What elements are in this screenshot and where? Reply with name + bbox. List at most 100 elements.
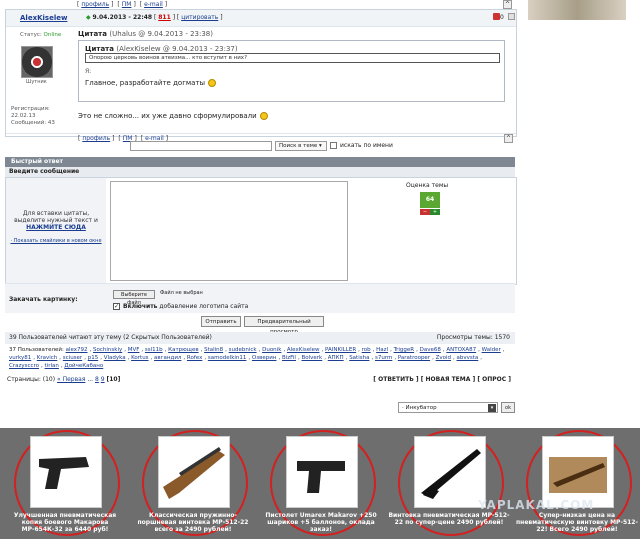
user-link[interactable]: Kortus	[131, 355, 148, 361]
user-link[interactable]: alex792	[66, 347, 88, 353]
profile-link[interactable]: профиль	[81, 1, 109, 8]
upload-picture-label: Закачать картинку:	[9, 296, 78, 303]
outer-quote-title: Цитата (Uhalus @ 9.04.2013 - 23:38)	[78, 30, 213, 38]
quote-box: Цитата (AlexKiselew @ 9.04.2013 - 23:37)…	[78, 40, 505, 102]
user-link[interactable]: AlexKiselew	[287, 347, 320, 353]
email-link[interactable]: e-mail	[144, 1, 163, 8]
user-link[interactable]: Satisha	[349, 355, 369, 361]
user-link[interactable]: tirlan	[45, 363, 59, 369]
post-header: AlexKiselew ◆ 9.04.2013 - 22:48 [ 811 ] …	[6, 10, 516, 27]
user-link[interactable]: АПКП	[328, 355, 344, 361]
avatar[interactable]	[21, 46, 53, 78]
user-link[interactable]: abvvsta	[457, 355, 479, 361]
insert-quote-link[interactable]: НАЖМИТЕ СЮДА	[26, 224, 86, 231]
post-author-link[interactable]: AlexKiselew	[20, 14, 67, 22]
user-link[interactable]: ДойчеКабано	[64, 363, 103, 369]
page-9-link[interactable]: 9	[101, 376, 105, 383]
ad-item[interactable]: Винтовка пневматическая МР-512-22 по суп…	[384, 428, 512, 539]
user-link[interactable]: TriggeR	[394, 347, 415, 353]
rating-value: 64	[420, 192, 440, 208]
post-author-panel: Статус: Online Шутник Регистрация: 22.02…	[6, 26, 74, 136]
quick-reply-subheader: Введите сообщение	[5, 167, 515, 177]
first-page-link[interactable]: « Первая	[57, 376, 85, 383]
post-text: Это не сложно... их уже давно сформулиро…	[78, 112, 268, 120]
page-8-link[interactable]: 8	[95, 376, 99, 383]
preview-button[interactable]: Предварительный просмотр	[244, 316, 324, 335]
user-link[interactable]: Озверин	[252, 355, 277, 361]
user-link[interactable]: MVF	[128, 347, 140, 353]
send-button[interactable]: Отправить	[201, 316, 241, 327]
user-link[interactable]: sudebnick	[229, 347, 257, 353]
user-link[interactable]: Sochinskiy	[93, 347, 122, 353]
quick-reply-body: Для вставки цитаты, выделите нужный текс…	[5, 177, 517, 285]
makarov-image[interactable]	[286, 436, 358, 508]
user-link[interactable]: Rofex	[187, 355, 202, 361]
search-input[interactable]	[130, 141, 272, 151]
user-link[interactable]: samodelkin11	[208, 355, 247, 361]
black-rifle-image[interactable]	[414, 436, 486, 508]
user-link[interactable]: Paratrooper	[398, 355, 430, 361]
pistol-image[interactable]	[30, 436, 102, 508]
user-link[interactable]: Stalin8	[204, 347, 223, 353]
inner-quote-title: Цитата (AlexKiselew @ 9.04.2013 - 23:37)	[85, 45, 238, 53]
new-topic-link[interactable]: [ НОВАЯ ТЕМА ]	[421, 376, 476, 383]
user-link[interactable]: Катрющев	[168, 347, 198, 353]
user-link[interactable]: Vladyka	[104, 355, 126, 361]
ad-item[interactable]: Улучшенная пневматическая копия боевого …	[0, 428, 128, 539]
quick-reply-header: Быстрый ответ	[5, 157, 515, 167]
rate-up-button[interactable]: +	[430, 209, 440, 215]
user-link[interactable]: sciuser	[63, 355, 82, 361]
quick-reply-left-panel: Для вставки цитаты, выделите нужный текс…	[6, 178, 106, 284]
user-link[interactable]: Kravich	[37, 355, 58, 361]
rifle-image[interactable]	[158, 436, 230, 508]
show-smilies-link[interactable]: · Показать смайлики в новом окне	[6, 238, 106, 244]
poll-link[interactable]: [ ОПРОС ]	[477, 376, 511, 383]
ad-item[interactable]: Пистолет Umarex Makarov +250 шариков +5 …	[256, 428, 384, 539]
choose-file-button[interactable]: Выберите файл	[113, 290, 155, 306]
reply-buttons: Отправить Предварительный просмотр	[5, 313, 515, 335]
user-link[interactable]: ssl11b	[145, 347, 163, 353]
rate-down-button[interactable]: −	[420, 209, 430, 215]
quote-link[interactable]: цитировать	[181, 14, 218, 21]
forum-jump-select[interactable]: · Инкубатор ▾	[398, 402, 498, 413]
reply-textarea[interactable]	[110, 181, 348, 281]
top-post-links: [профиль] [ПМ] [e-mail]	[77, 1, 168, 8]
ad-item[interactable]: Классическая пружинно-поршневая винтовка…	[128, 428, 256, 539]
upload-picture-row: Закачать картинку: Выберите файл Файл не…	[5, 283, 515, 314]
user-link[interactable]: ANTOXA87	[446, 347, 476, 353]
user-link[interactable]: авгандил	[154, 355, 181, 361]
user-link[interactable]: Dave68	[420, 347, 441, 353]
checkbox-icon[interactable]	[508, 13, 515, 20]
user-link[interactable]: PAINKILLER	[325, 347, 356, 353]
current-page: [10]	[106, 376, 121, 383]
logo-checkbox[interactable]: ✓	[113, 303, 120, 310]
post-number-link[interactable]: 811	[158, 14, 171, 21]
user-link[interactable]: Crazysccro	[9, 363, 39, 369]
report-icon[interactable]	[493, 13, 500, 20]
user-link[interactable]: Walder	[482, 347, 501, 353]
user-link[interactable]: Zvoid	[436, 355, 451, 361]
post-links: [ 811 ] [ цитировать ]	[154, 14, 223, 21]
user-link[interactable]: Hazl	[376, 347, 388, 353]
user-link[interactable]: rob	[362, 347, 371, 353]
user-links: alex792, Sochinskiy, MVF, ssl11b, Катрющ…	[9, 347, 505, 369]
user-link[interactable]: Bolverk	[301, 355, 322, 361]
user-link[interactable]: BizFil	[282, 355, 296, 361]
reply-link[interactable]: [ ОТВЕТИТЬ ]	[373, 376, 418, 383]
user-link[interactable]: vurky81	[9, 355, 31, 361]
topic-search: Поиск в теме ▾ искать по имени	[5, 138, 515, 156]
user-link[interactable]: Duonik	[262, 347, 281, 353]
quote-line-1: Я:	[85, 68, 92, 75]
views-count: Просмотры темы: 1570	[436, 334, 510, 341]
user-link[interactable]: p15	[88, 355, 99, 361]
search-by-name-checkbox[interactable]	[330, 142, 337, 149]
pm-link[interactable]: ПМ	[122, 1, 132, 8]
users-list: 37 Пользователей: alex792, Sochinskiy, M…	[5, 344, 515, 372]
user-link[interactable]: s7urm	[375, 355, 392, 361]
outer-quote: Цитата (Uhalus @ 9.04.2013 - 23:38) Цита…	[78, 30, 508, 106]
search-scope-select[interactable]: Поиск в теме ▾	[275, 141, 327, 151]
up-arrow-button[interactable]: ^	[503, 0, 512, 9]
forum-jump-ok-button[interactable]: ok	[501, 402, 515, 413]
avatar-label: Шутник	[26, 79, 47, 85]
ad-item[interactable]: Супер-низкая цена на пневматическую винт…	[512, 428, 640, 539]
